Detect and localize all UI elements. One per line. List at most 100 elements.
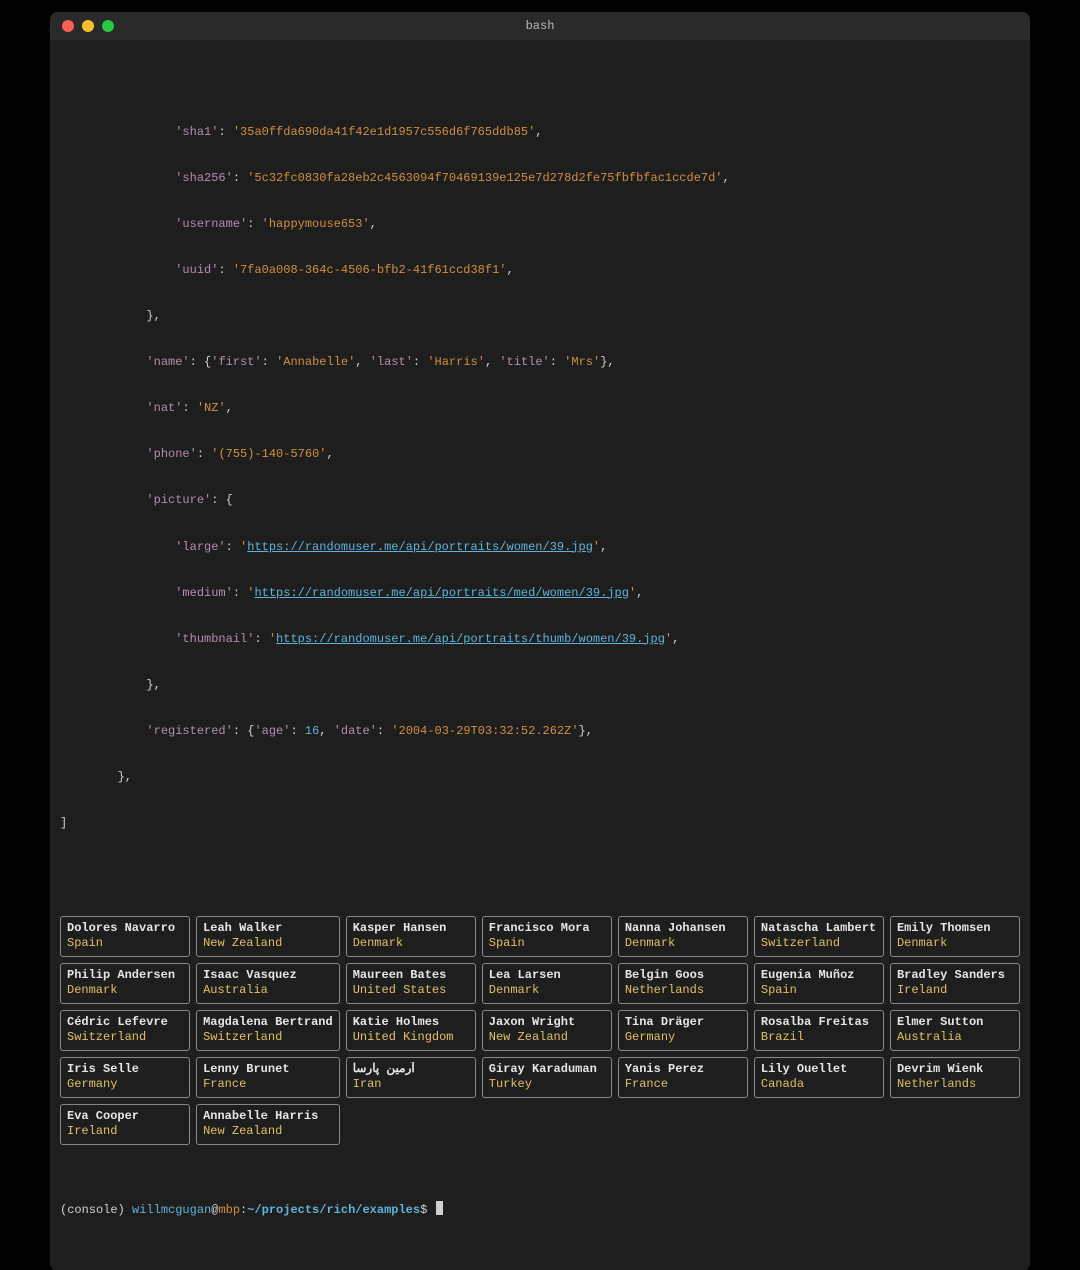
user-name: Devrim Wienk	[897, 1062, 1013, 1077]
user-name: Giray Karaduman	[489, 1062, 605, 1077]
user-name: Katie Holmes	[353, 1015, 469, 1030]
user-card: Yanis PerezFrance	[618, 1057, 748, 1098]
titlebar: bash	[50, 12, 1030, 40]
user-name: Magdalena Bertrand	[203, 1015, 333, 1030]
minimize-icon[interactable]	[82, 20, 94, 32]
user-name: Belgin Goos	[625, 968, 741, 983]
user-card: Maureen BatesUnited States	[346, 963, 476, 1004]
user-card: Iris SelleGermany	[60, 1057, 190, 1098]
user-card: Natascha LambertSwitzerland	[754, 916, 884, 957]
user-country: Ireland	[897, 983, 1013, 998]
user-name: Iris Selle	[67, 1062, 183, 1077]
user-name: Yanis Perez	[625, 1062, 741, 1077]
user-card: Leah WalkerNew Zealand	[196, 916, 340, 957]
user-country: Brazil	[761, 1030, 877, 1045]
user-name: Isaac Vasquez	[203, 968, 333, 983]
user-country: Iran	[353, 1077, 469, 1092]
user-country: United Kingdom	[353, 1030, 469, 1045]
user-name: Lenny Brunet	[203, 1062, 333, 1077]
window-title: bash	[50, 19, 1030, 33]
user-country: Spain	[67, 936, 183, 951]
user-country: United States	[353, 983, 469, 998]
user-country: New Zealand	[489, 1030, 605, 1045]
user-card: Magdalena BertrandSwitzerland	[196, 1010, 340, 1051]
code-output: 'sha1': '35a0ffda690da41f42e1d1957c556d6…	[60, 94, 1020, 862]
user-country: Denmark	[67, 983, 183, 998]
user-country: Denmark	[353, 936, 469, 951]
user-card: Lenny BrunetFrance	[196, 1057, 340, 1098]
user-card: Rosalba FreitasBrazil	[754, 1010, 884, 1051]
user-country: Spain	[489, 936, 605, 951]
prompt-line: (console) willmcgugan@mbp:~/projects/ric…	[60, 1201, 1020, 1218]
user-card: Cédric LefevreSwitzerland	[60, 1010, 190, 1051]
user-card: Belgin GoosNetherlands	[618, 963, 748, 1004]
user-country: Ireland	[67, 1124, 183, 1139]
user-country: New Zealand	[203, 936, 333, 951]
user-country: France	[625, 1077, 741, 1092]
user-card: Isaac VasquezAustralia	[196, 963, 340, 1004]
user-country: Netherlands	[897, 1077, 1013, 1092]
user-country: Switzerland	[203, 1030, 333, 1045]
user-card: Eva CooperIreland	[60, 1104, 190, 1145]
user-card: Francisco MoraSpain	[482, 916, 612, 957]
prompt-host: mbp	[218, 1203, 240, 1217]
user-name: Elmer Sutton	[897, 1015, 1013, 1030]
user-country: Australia	[203, 983, 333, 998]
user-country: Germany	[625, 1030, 741, 1045]
user-card: Eugenia MuñozSpain	[754, 963, 884, 1004]
user-name: Philip Andersen	[67, 968, 183, 983]
user-card: Emily ThomsenDenmark	[890, 916, 1020, 957]
user-country: Turkey	[489, 1077, 605, 1092]
user-card: Tina DrägerGermany	[618, 1010, 748, 1051]
user-name: Rosalba Freitas	[761, 1015, 877, 1030]
user-country: Denmark	[625, 936, 741, 951]
user-name: Leah Walker	[203, 921, 333, 936]
user-name: Nanna Johansen	[625, 921, 741, 936]
user-card: Dolores NavarroSpain	[60, 916, 190, 957]
user-name: Jaxon Wright	[489, 1015, 605, 1030]
traffic-lights	[62, 20, 114, 32]
user-card: Katie HolmesUnited Kingdom	[346, 1010, 476, 1051]
user-card: Lea LarsenDenmark	[482, 963, 612, 1004]
user-name: Kasper Hansen	[353, 921, 469, 936]
prompt-user: willmcgugan	[132, 1203, 211, 1217]
user-country: New Zealand	[203, 1124, 333, 1139]
user-card: Philip AndersenDenmark	[60, 963, 190, 1004]
user-name: Eva Cooper	[67, 1109, 183, 1124]
user-name: Cédric Lefevre	[67, 1015, 183, 1030]
user-name: Bradley Sanders	[897, 968, 1013, 983]
user-country: Spain	[761, 983, 877, 998]
user-card: Bradley SandersIreland	[890, 963, 1020, 1004]
terminal-body[interactable]: 'sha1': '35a0ffda690da41f42e1d1957c556d6…	[50, 40, 1030, 1270]
user-country: Germany	[67, 1077, 183, 1092]
user-name: Emily Thomsen	[897, 921, 1013, 936]
user-country: Netherlands	[625, 983, 741, 998]
user-card: Devrim WienkNetherlands	[890, 1057, 1020, 1098]
user-name: Maureen Bates	[353, 968, 469, 983]
user-card: Lily OuelletCanada	[754, 1057, 884, 1098]
user-country: Canada	[761, 1077, 877, 1092]
user-name: Lea Larsen	[489, 968, 605, 983]
user-name: Annabelle Harris	[203, 1109, 333, 1124]
user-country: Denmark	[489, 983, 605, 998]
user-name: Francisco Mora	[489, 921, 605, 936]
close-icon[interactable]	[62, 20, 74, 32]
user-name: Natascha Lambert	[761, 921, 877, 936]
user-card: آرمین پارساIran	[346, 1057, 476, 1098]
user-name: Eugenia Muñoz	[761, 968, 877, 983]
user-card: Kasper HansenDenmark	[346, 916, 476, 957]
user-card: Nanna JohansenDenmark	[618, 916, 748, 957]
prompt-path: ~/projects/rich/examples	[247, 1203, 420, 1217]
user-name: Lily Ouellet	[761, 1062, 877, 1077]
user-country: Denmark	[897, 936, 1013, 951]
user-name: Tina Dräger	[625, 1015, 741, 1030]
user-card: Elmer SuttonAustralia	[890, 1010, 1020, 1051]
virtualenv: (console)	[60, 1203, 132, 1217]
user-cards-grid: Dolores NavarroSpainLeah WalkerNew Zeala…	[60, 916, 1020, 1149]
user-card: Jaxon WrightNew Zealand	[482, 1010, 612, 1051]
zoom-icon[interactable]	[102, 20, 114, 32]
user-country: Switzerland	[761, 936, 877, 951]
user-country: Switzerland	[67, 1030, 183, 1045]
terminal-window: bash 'sha1': '35a0ffda690da41f42e1d1957c…	[50, 12, 1030, 1270]
user-country: Australia	[897, 1030, 1013, 1045]
